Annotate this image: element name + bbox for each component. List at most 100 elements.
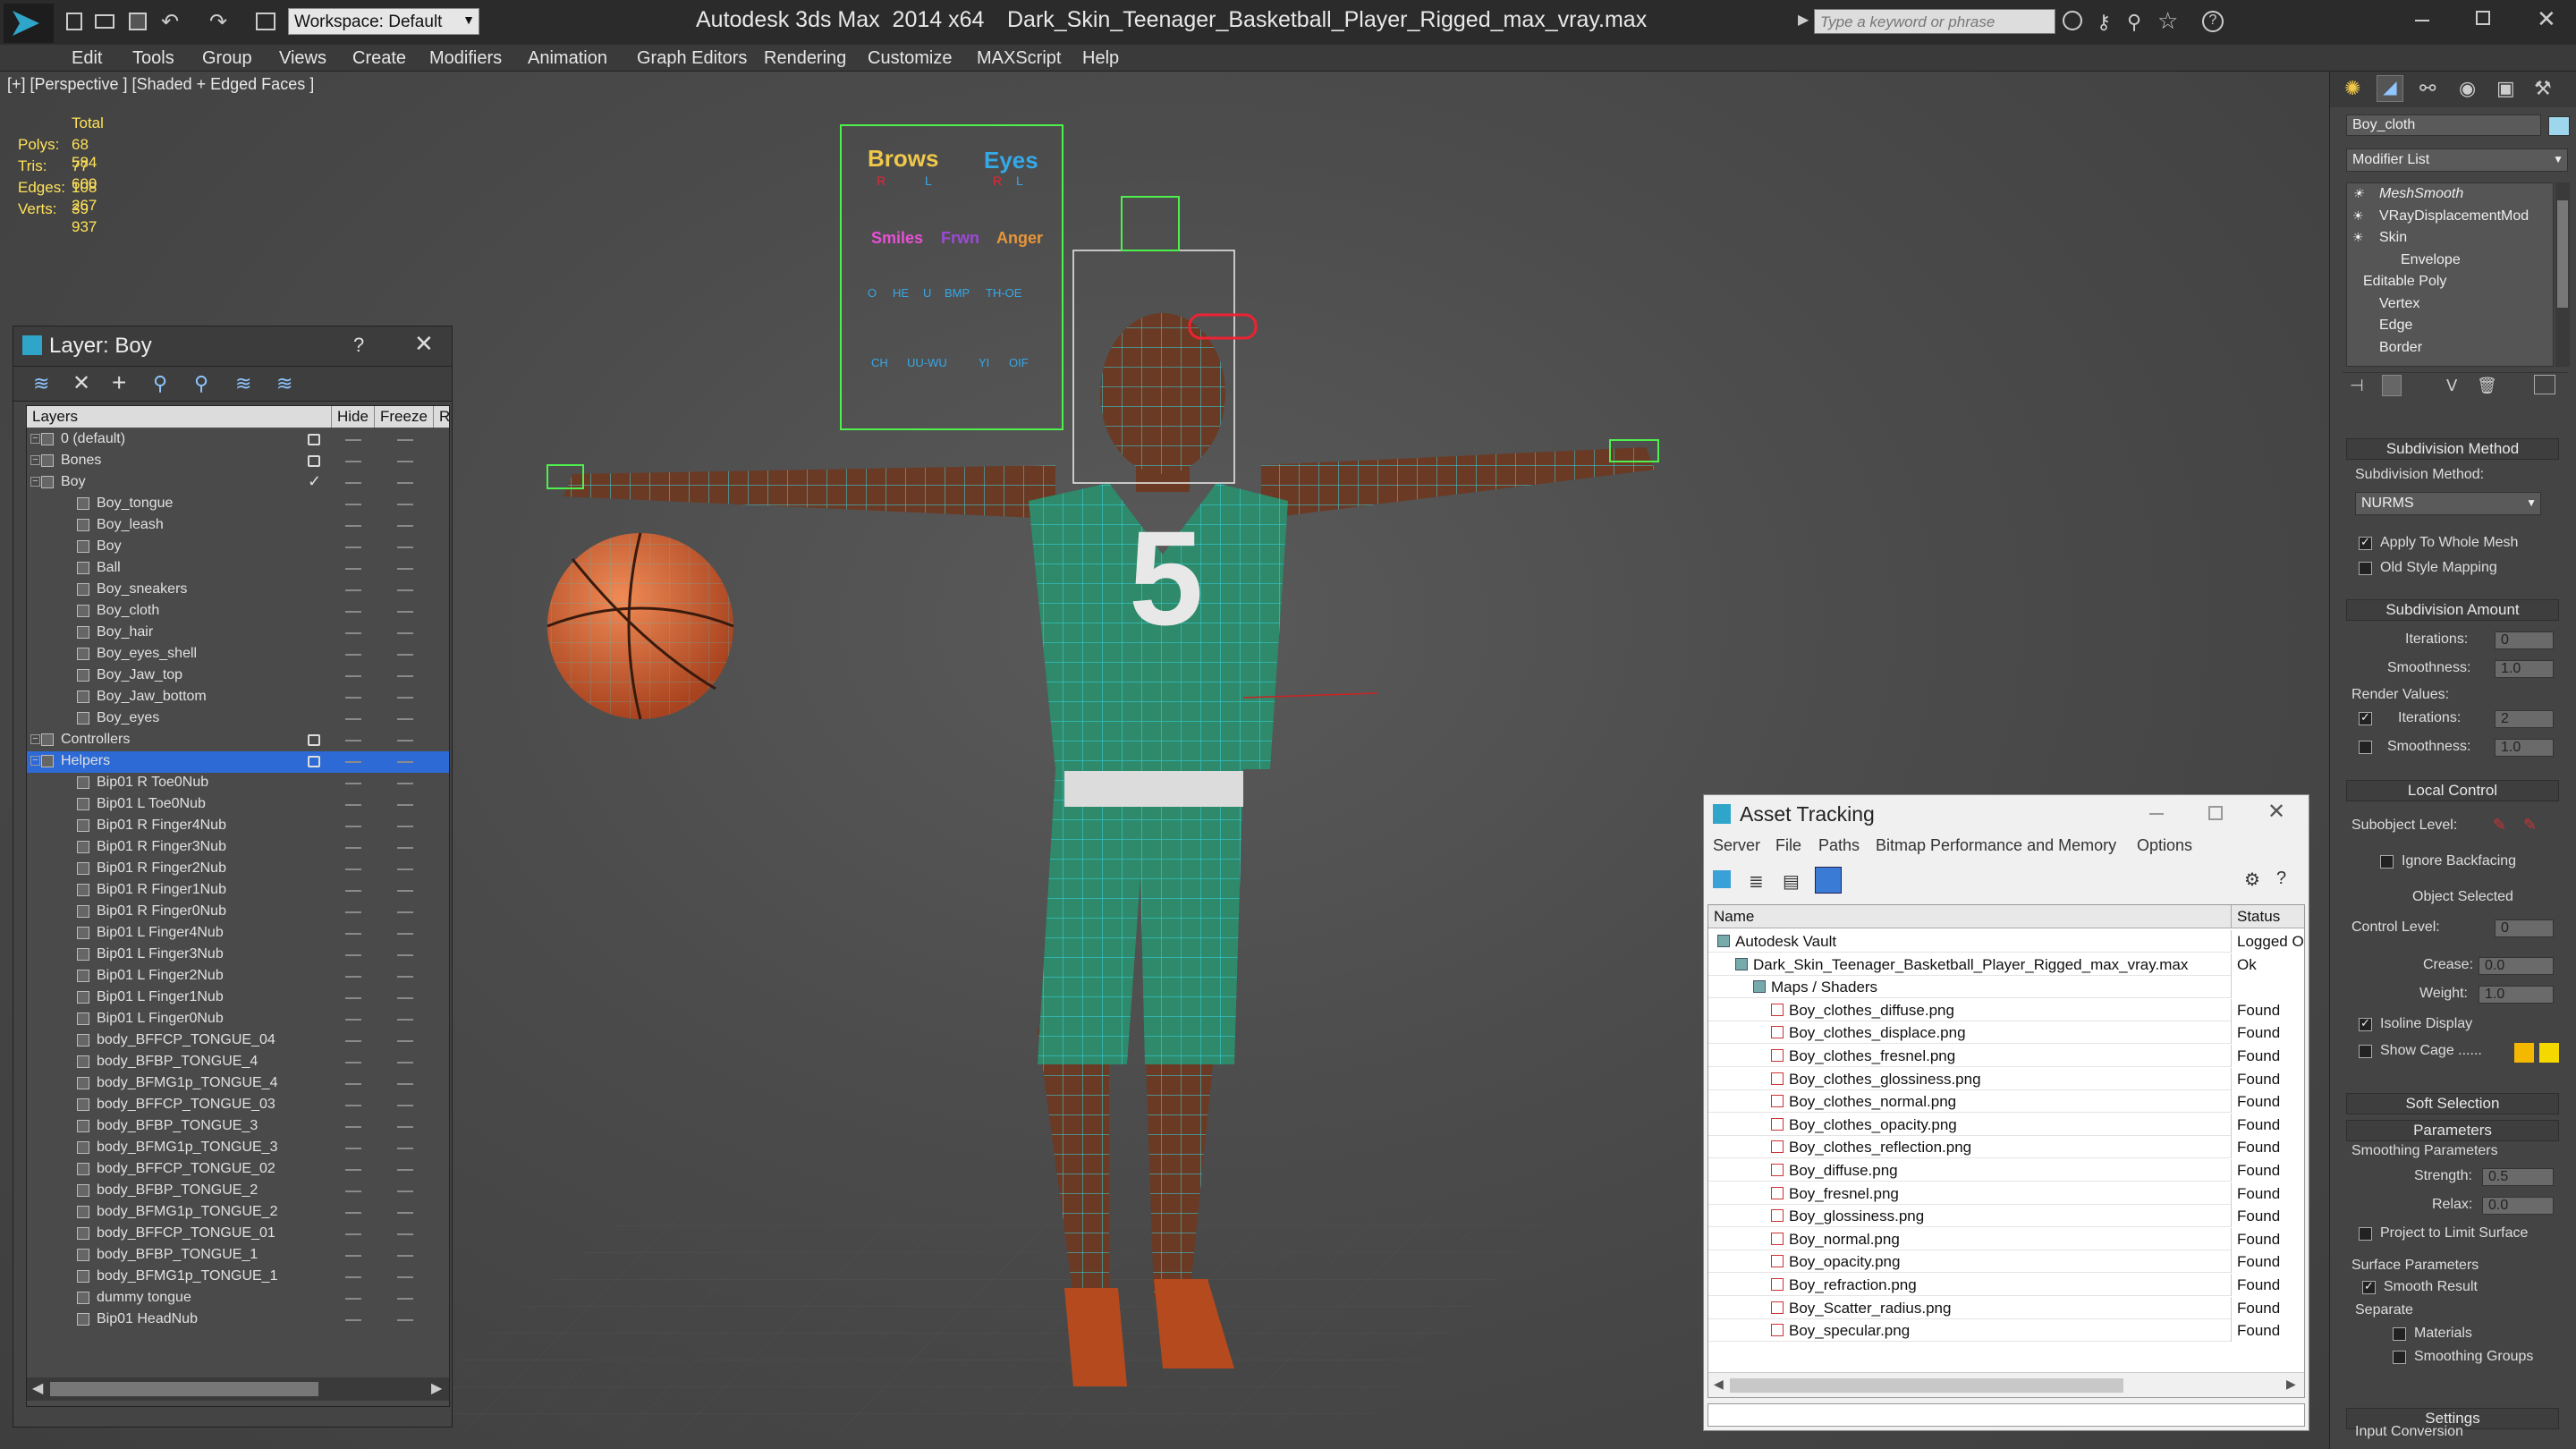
layer-row[interactable]: Bip01 L Finger0Nub [27,1009,449,1030]
layer-row[interactable]: Bip01 R Finger2Nub [27,859,449,880]
asset-menu-server[interactable]: Server [1713,836,1760,855]
layer-row[interactable]: Bip01 R Toe0Nub [27,773,449,794]
menu-graph-editors[interactable]: Graph Editors [637,48,747,69]
asset-row[interactable]: Autodesk Vault Logged O [1708,930,2304,953]
freeze-toggle[interactable] [397,504,413,505]
minimize-icon[interactable] [2415,20,2429,21]
asset-row[interactable]: Boy_fresnel.png Found [1708,1182,2304,1205]
menu-edit[interactable]: Edit [72,48,102,69]
subdivision-method-dropdown[interactable]: NURMS ▼ [2355,492,2541,515]
freeze-toggle[interactable] [397,697,413,699]
render-iterations-spinner[interactable]: 2 [2495,710,2554,728]
save-file-icon[interactable] [129,13,147,30]
pin-stack-icon[interactable]: ⊣ [2350,377,2364,395]
expand-toggle-icon[interactable]: − [30,455,40,465]
layer-row[interactable]: − 0 (default) [27,429,449,451]
asset-row[interactable]: Boy_specular.png Found [1708,1319,2304,1343]
asset-row[interactable]: Maps / Shaders [1708,976,2304,999]
tree-view-icon[interactable]: ▤ [1783,870,1800,893]
layer-row[interactable]: body_BFBP_TONGUE_1 [27,1245,449,1267]
freeze-toggle[interactable] [397,1233,413,1235]
hide-toggle[interactable] [345,675,361,677]
freeze-toggle[interactable] [397,1083,413,1085]
asset-help-icon[interactable]: ? [2276,869,2286,889]
menu-group[interactable]: Group [202,48,252,69]
scroll-left-icon[interactable]: ◀ [32,1379,43,1397]
asset-menu-options[interactable]: Options [2137,836,2192,855]
separate-materials-checkbox[interactable] [2393,1327,2406,1341]
help-icon[interactable]: ? [2202,11,2224,32]
hide-toggle[interactable] [345,1083,361,1085]
asset-row[interactable]: Boy_Scatter_radius.png Found [1708,1296,2304,1319]
asset-close-icon[interactable]: ✕ [2267,799,2285,825]
undo-icon[interactable]: ↶ [161,9,179,35]
layer-row[interactable]: − Bones [27,451,449,472]
asset-row[interactable]: Boy_clothes_reflection.png Found [1708,1136,2304,1159]
hide-toggle[interactable] [345,547,361,548]
current-layer-box[interactable] [308,756,320,767]
layer-row[interactable]: body_BFFCP_TONGUE_03 [27,1095,449,1116]
layer-row[interactable]: body_BFBP_TONGUE_2 [27,1181,449,1202]
current-layer-box[interactable] [308,434,320,445]
asset-scroll-thumb[interactable] [1730,1378,2123,1393]
layer-row[interactable]: Bip01 L Toe0Nub [27,794,449,816]
modifier-list-dropdown[interactable]: Modifier List ▼ [2346,148,2568,172]
asset-scroll-right-icon[interactable]: ▶ [2286,1377,2296,1392]
menu-views[interactable]: Views [279,48,326,69]
relax-spinner[interactable]: 0.0 [2482,1197,2554,1215]
hide-toggle[interactable] [345,976,361,978]
asset-path-field[interactable] [1707,1403,2305,1427]
hide-toggle[interactable] [345,697,361,699]
asset-row[interactable]: Boy_clothes_diffuse.png Found [1708,998,2304,1021]
layer-row[interactable]: body_BFMG1p_TONGUE_4 [27,1073,449,1095]
layer-row[interactable]: Boy [27,537,449,558]
scroll-thumb[interactable] [50,1382,318,1396]
hide-toggle[interactable] [345,890,361,892]
hide-toggle[interactable] [345,804,361,806]
new-file-icon[interactable] [66,13,82,30]
asset-menu-bitmap[interactable]: Bitmap Performance and Memory [1876,836,2116,855]
layer-row[interactable]: Bip01 R Finger3Nub [27,837,449,859]
asset-row[interactable]: Dark_Skin_Teenager_Basketball_Player_Rig… [1708,953,2304,976]
key-tools-icon[interactable]: ⚷ [2097,11,2111,34]
freeze-toggle[interactable] [397,718,413,720]
freeze-toggle[interactable] [397,1062,413,1063]
asset-row[interactable]: Boy_clothes_glossiness.png Found [1708,1067,2304,1090]
hide-toggle[interactable] [345,1319,361,1321]
render-iterations-checkbox[interactable]: ✓ [2359,710,2372,725]
search-input[interactable]: Type a keyword or phrase [1814,9,2055,34]
modify-tab-icon[interactable]: ◢ [2377,75,2403,102]
modifier-stack-item[interactable]: ☀ Skin [2347,227,2553,249]
object-name-field[interactable]: Boy_cloth [2346,114,2541,136]
select-objects-icon[interactable]: ⚲ [153,372,167,395]
hide-toggle[interactable] [345,1062,361,1063]
strength-spinner[interactable]: 0.5 [2482,1168,2554,1186]
hide-toggle[interactable] [345,1019,361,1021]
freeze-toggle[interactable] [397,911,413,913]
layer-row[interactable]: − Helpers [27,751,449,773]
hide-toggle[interactable] [345,1148,361,1149]
project-limit-checkbox[interactable] [2359,1227,2372,1241]
motion-tab-icon[interactable]: ◉ [2459,77,2476,100]
show-end-result-icon[interactable] [2382,375,2402,396]
freeze-toggle[interactable] [397,1276,413,1278]
hide-toggle[interactable] [345,1105,361,1106]
close-icon[interactable]: ✕ [2537,5,2556,33]
hide-toggle[interactable] [345,1212,361,1214]
modifier-stack[interactable]: ☀ MeshSmooth ☀ VRayDisplacementMod ☀ Skin Enve… [2346,182,2554,367]
freeze-toggle[interactable] [397,675,413,677]
rollout-parameters[interactable]: Parameters [2346,1120,2559,1141]
col-hide[interactable]: Hide [331,406,369,428]
layer-row[interactable]: Bip01 L Finger1Nub [27,987,449,1009]
workspace-dropdown[interactable]: Workspace: Default ▼ [288,8,479,35]
layer-manager-panel[interactable]: Layer: Boy ? ✕ ≋ ✕ + ⚲ ⚲ ≋ ≋ Layers Hide… [13,326,453,1428]
current-layer-box[interactable] [308,734,320,746]
redo-icon[interactable]: ↷ [209,9,227,35]
layer-row[interactable]: Bip01 L Finger4Nub [27,923,449,945]
menu-maxscript[interactable]: MAXScript [977,48,1061,69]
hide-toggle[interactable] [345,954,361,956]
hide-toggle[interactable] [345,997,361,999]
rollout-subdivision-amount[interactable]: Subdivision Amount [2346,599,2559,621]
render-smoothness-spinner[interactable]: 1.0 [2495,739,2554,757]
layer-row[interactable]: Bip01 L Finger3Nub [27,945,449,966]
